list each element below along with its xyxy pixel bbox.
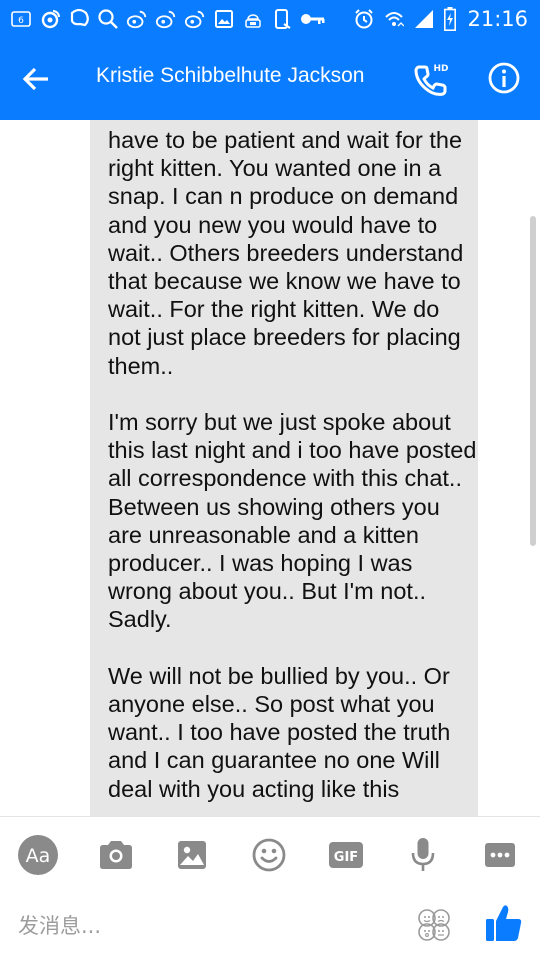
like-button[interactable] [484,903,524,947]
gif-button[interactable]: GIF [326,835,366,875]
arrow-left-icon [22,67,48,91]
hd-badge: HD [433,64,448,74]
message-text: have to be patient and wait for the righ… [108,126,478,803]
messenger-icon [68,8,90,30]
weibo-icon [184,8,206,30]
weibo-icon [126,8,148,30]
camera-icon [100,841,132,869]
smiley-icon [252,838,286,872]
scrollbar[interactable] [530,216,536,546]
more-icon [485,843,515,867]
key-icon [300,8,326,30]
weibo-icon [155,8,177,30]
thumbs-up-icon [486,905,522,941]
conversation-header: Kristie Schibbelhute Jackson HD [0,38,540,120]
notification-icons: 6 [10,7,326,31]
contact-name[interactable]: Kristie Schibbelhute Jackson [96,64,364,88]
message-list[interactable]: have to be patient and wait for the righ… [0,120,540,816]
more-button[interactable] [480,835,520,875]
microphone-icon [411,838,435,871]
emoji-button[interactable] [249,835,289,875]
weibo-icon [39,8,61,30]
message-paragraph: We will not be bullied by you.. Or anyon… [108,662,451,802]
alarm-icon [353,8,375,30]
image-icon [213,8,235,30]
voice-button[interactable] [403,835,443,875]
gallery-button[interactable] [172,835,212,875]
system-icons: 21:16 [353,4,528,34]
text-style-button[interactable]: Aa [18,835,58,875]
text-style-label: Aa [26,845,51,867]
gallery-icon [178,841,206,869]
info-button[interactable] [486,60,522,96]
composer: Aa GIF [0,816,540,961]
message-paragraph: I'm sorry but we just spoke about this l… [108,409,477,633]
info-icon [488,62,520,94]
android-icon [242,8,264,30]
battery-charging-icon [443,7,457,31]
phone-icon [271,8,293,30]
back-button[interactable] [14,60,58,98]
stickers-icon [418,909,450,941]
search-icon [97,8,119,30]
hd-call-button[interactable]: HD [410,58,456,100]
svg-text:6: 6 [18,16,24,26]
signal-icon [413,8,435,30]
stickers-button[interactable] [416,907,452,943]
status-bar: 6 21:16 [0,0,540,38]
sim-6-icon: 6 [10,8,32,30]
camera-button[interactable] [96,835,136,875]
phone-hd-icon: HD [414,64,449,96]
gif-label: GIF [334,850,358,865]
status-time: 21:16 [467,7,528,31]
wifi-icon [383,8,405,30]
message-input[interactable] [18,909,378,943]
message-paragraph: have to be patient and wait for the righ… [108,127,464,379]
